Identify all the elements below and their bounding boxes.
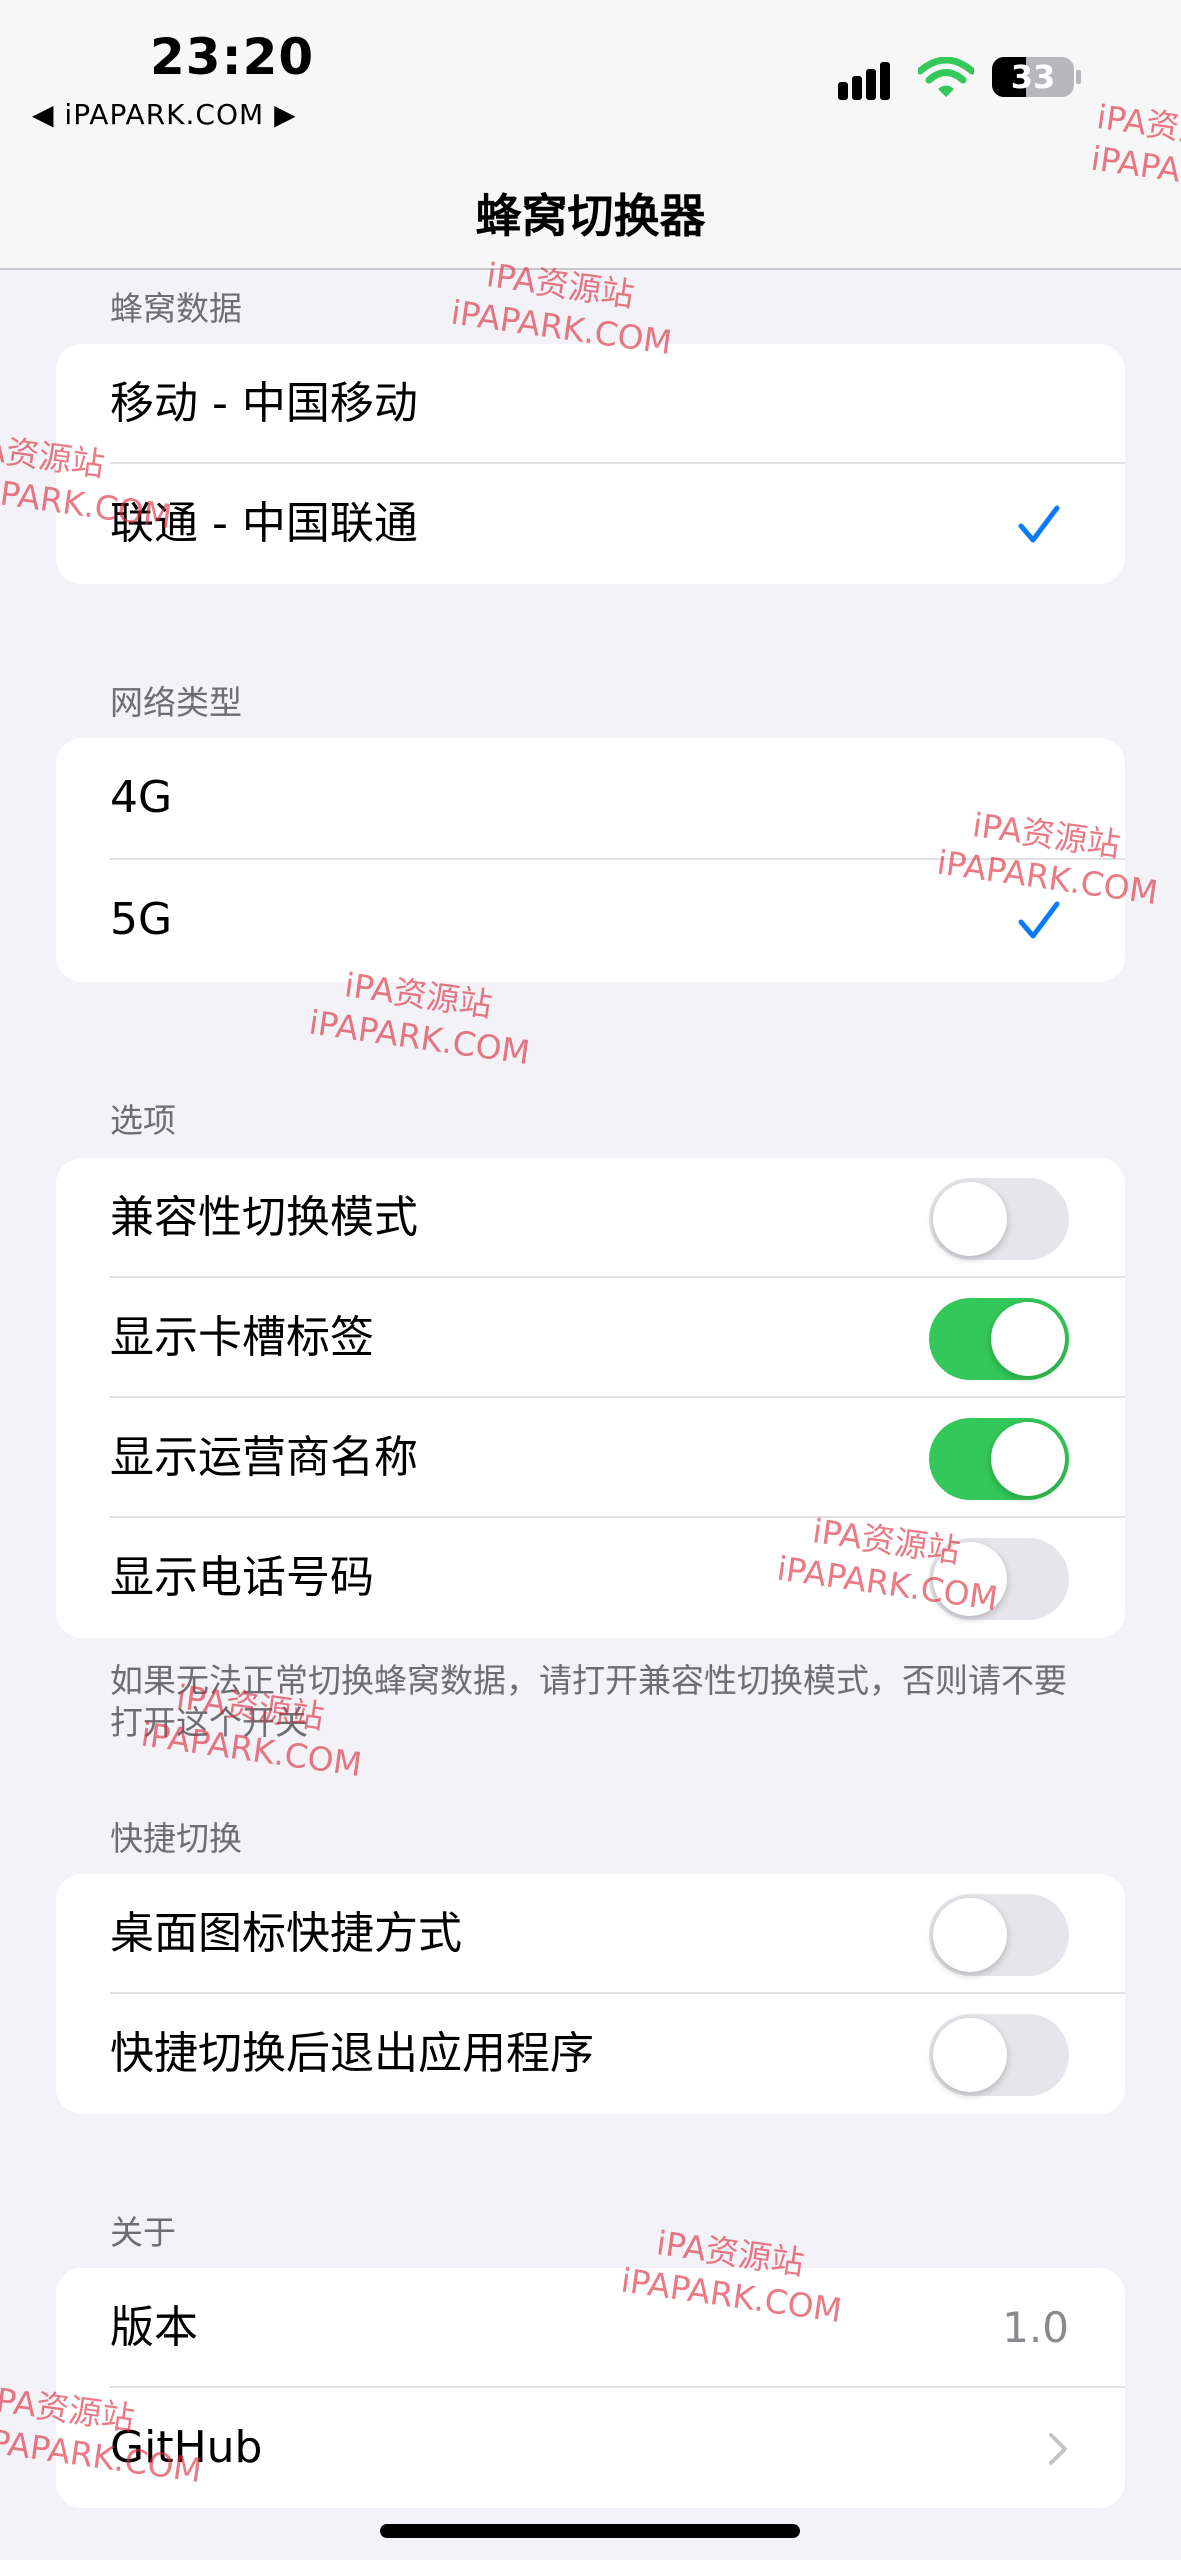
option-row-phone-number: 显示电话号码 <box>56 1518 1125 1638</box>
shortcut-row-exit-app: 快捷切换后退出应用程序 <box>56 1994 1125 2114</box>
status-bar: 23:20 ◀ iPAPARK.COM ▶ 33 <box>0 0 1181 140</box>
toggle-knob <box>991 1302 1065 1376</box>
section-header-about: 关于 <box>110 2213 176 2252</box>
network-label: 5G <box>110 894 173 945</box>
chevron-right-icon <box>1049 2433 1067 2465</box>
shortcut-label: 桌面图标快捷方式 <box>110 1908 462 1959</box>
carrier-label: 联通 - 中国联通 <box>110 498 418 549</box>
option-row-compat-mode: 兼容性切换模式 <box>56 1158 1125 1278</box>
phone-number-toggle[interactable] <box>929 1538 1069 1620</box>
option-label: 显示卡槽标签 <box>110 1312 374 1363</box>
slot-label-toggle[interactable] <box>929 1298 1069 1380</box>
shortcuts-group: 桌面图标快捷方式 快捷切换后退出应用程序 <box>56 1874 1125 2114</box>
network-label: 4G <box>110 772 173 823</box>
options-group: 兼容性切换模式 显示卡槽标签 显示运营商名称 显示电话号码 <box>56 1158 1125 1638</box>
section-header-network: 网络类型 <box>110 683 242 722</box>
toggle-knob <box>933 1182 1007 1256</box>
checkmark-icon <box>1018 901 1060 939</box>
navigation-bar: 蜂窝切换器 <box>0 140 1181 270</box>
version-label: 版本 <box>110 2302 198 2353</box>
cellular-signal-icon <box>838 62 890 100</box>
network-group: 4G 5G <box>56 738 1125 982</box>
section-header-shortcuts: 快捷切换 <box>110 1819 242 1858</box>
github-label: GitHub <box>110 2422 263 2473</box>
network-row-5g[interactable]: 5G <box>56 860 1125 982</box>
checkmark-icon <box>1018 505 1060 543</box>
cellular-group: 移动 - 中国移动 联通 - 中国联通 <box>56 344 1125 584</box>
carrier-label: 移动 - 中国移动 <box>110 378 418 429</box>
toggle-knob <box>933 1898 1007 1972</box>
network-row-4g[interactable]: 4G <box>56 738 1125 860</box>
home-icon-shortcut-toggle[interactable] <box>929 1894 1069 1976</box>
about-row-version: 版本 1.0 <box>56 2268 1125 2388</box>
shortcut-label: 快捷切换后退出应用程序 <box>110 2028 594 2079</box>
about-group: 版本 1.0 GitHub <box>56 2268 1125 2508</box>
section-header-cellular: 蜂窝数据 <box>110 289 242 328</box>
option-row-slot-label: 显示卡槽标签 <box>56 1278 1125 1398</box>
option-label: 显示运营商名称 <box>110 1432 418 1483</box>
exit-after-switch-toggle[interactable] <box>929 2014 1069 2096</box>
carrier-row-cmcc[interactable]: 移动 - 中国移动 <box>56 344 1125 464</box>
toggle-knob <box>933 1542 1007 1616</box>
home-indicator[interactable] <box>380 2524 800 2538</box>
page-title: 蜂窝切换器 <box>475 189 706 243</box>
toggle-knob <box>933 2018 1007 2092</box>
shortcut-row-home-icon: 桌面图标快捷方式 <box>56 1874 1125 1994</box>
status-time: 23:20 <box>150 28 315 86</box>
option-row-carrier-name: 显示运营商名称 <box>56 1398 1125 1518</box>
toggle-knob <box>991 1422 1065 1496</box>
back-to-app-link[interactable]: ◀ iPAPARK.COM ▶ <box>32 98 297 131</box>
options-footer-note: 如果无法正常切换蜂窝数据，请打开兼容性切换模式，否则请不要打开这个开关 <box>110 1661 1067 1742</box>
option-label: 显示电话号码 <box>110 1552 374 1603</box>
wifi-icon <box>918 57 974 97</box>
carrier-name-toggle[interactable] <box>929 1418 1069 1500</box>
section-header-options: 选项 <box>110 1101 176 1140</box>
version-value: 1.0 <box>1002 2303 1069 2352</box>
about-row-github[interactable]: GitHub <box>56 2388 1125 2508</box>
option-label: 兼容性切换模式 <box>110 1192 418 1243</box>
compat-mode-toggle[interactable] <box>929 1178 1069 1260</box>
carrier-row-unicom[interactable]: 联通 - 中国联通 <box>56 464 1125 584</box>
battery-level: 33 <box>1010 58 1056 96</box>
